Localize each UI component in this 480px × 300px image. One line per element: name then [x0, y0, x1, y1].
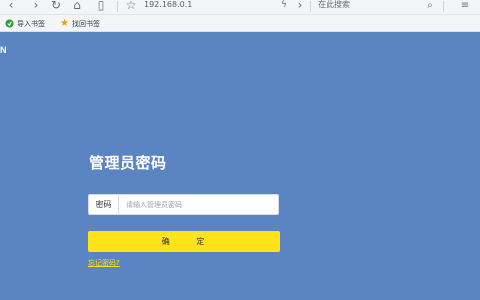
- search-input[interactable]: 在此搜索: [318, 0, 350, 12]
- brand-logo-partial: N: [0, 45, 7, 55]
- search-icon[interactable]: ⌕: [423, 0, 437, 14]
- bookmark-import[interactable]: 导入书签: [5, 17, 45, 30]
- bookmark-recover[interactable]: ★ 找回书签: [60, 17, 100, 30]
- menu-icon[interactable]: ≡: [458, 0, 472, 14]
- import-bookmark-icon: [5, 19, 14, 28]
- star-icon: ★: [60, 18, 69, 29]
- forgot-password-link[interactable]: 忘记密码?: [88, 258, 120, 268]
- toolbar-divider: [117, 1, 118, 12]
- bookmark-label: 导入书签: [17, 19, 45, 28]
- browser-toolbar: ‹ › ↻ ⌂ ▯ ☆ 192.168.0.1 ϟ › 在此搜索 ⌕ ≡: [0, 0, 480, 15]
- password-field-group: 密码: [88, 194, 279, 215]
- back-icon[interactable]: ‹: [4, 0, 18, 14]
- lightning-icon[interactable]: ϟ: [277, 0, 291, 14]
- forward-icon[interactable]: ›: [29, 0, 43, 14]
- page-title: 管理员密码: [89, 154, 167, 172]
- toolbar-divider: [443, 1, 444, 12]
- password-label: 密码: [89, 195, 119, 214]
- reader-icon[interactable]: ▯: [94, 0, 108, 14]
- bookmark-label: 找回书签: [72, 19, 100, 28]
- reload-icon[interactable]: ↻: [49, 0, 63, 14]
- bookmark-star-icon[interactable]: ☆: [124, 0, 138, 14]
- home-icon[interactable]: ⌂: [70, 0, 84, 14]
- toolbar-divider: [310, 1, 311, 12]
- bookmarks-bar: 导入书签 ★ 找回书签: [0, 15, 480, 32]
- address-bar[interactable]: 192.168.0.1: [144, 0, 192, 12]
- confirm-button[interactable]: 确 定: [88, 231, 280, 252]
- password-input[interactable]: [120, 195, 278, 214]
- chevron-right-icon[interactable]: ›: [293, 0, 307, 14]
